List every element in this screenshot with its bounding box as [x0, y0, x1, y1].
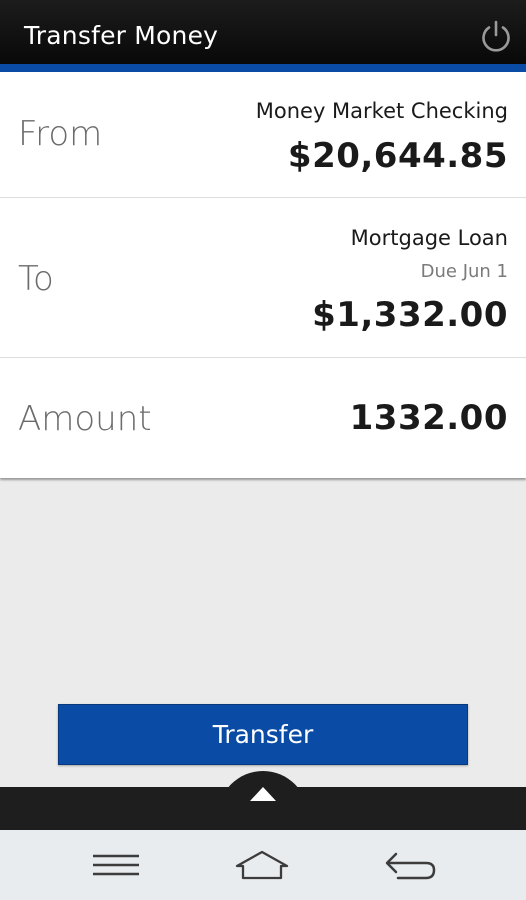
page-title: Transfer Money [24, 21, 219, 50]
from-account-name: Money Market Checking [255, 99, 508, 123]
to-due-date: Due Jun 1 [420, 261, 508, 282]
to-account-row[interactable]: To Mortgage Loan Due Jun 1 $1,332.00 [0, 199, 526, 358]
from-account-row[interactable]: From Money Market Checking $20,644.85 [0, 72, 526, 198]
home-icon[interactable] [234, 846, 290, 884]
system-navigation-bar [0, 830, 526, 900]
header-accent-line [0, 64, 526, 72]
power-icon[interactable] [478, 18, 514, 54]
to-account-balance: $1,332.00 [312, 295, 508, 335]
menu-icon[interactable] [88, 846, 144, 884]
amount-row[interactable]: Amount 1332.00 [0, 359, 526, 478]
chevron-up-icon[interactable] [249, 786, 277, 802]
from-account-balance: $20,644.85 [287, 136, 508, 176]
amount-label: Amount [18, 399, 152, 439]
to-label: To [18, 259, 54, 299]
back-icon[interactable] [382, 846, 438, 884]
transfer-form: From Money Market Checking $20,644.85 To… [0, 72, 526, 478]
to-account-name: Mortgage Loan [350, 226, 508, 250]
transfer-button[interactable]: Transfer [58, 704, 468, 765]
app-header: Transfer Money [0, 0, 526, 72]
amount-value[interactable]: 1332.00 [350, 398, 508, 438]
from-label: From [18, 114, 103, 154]
